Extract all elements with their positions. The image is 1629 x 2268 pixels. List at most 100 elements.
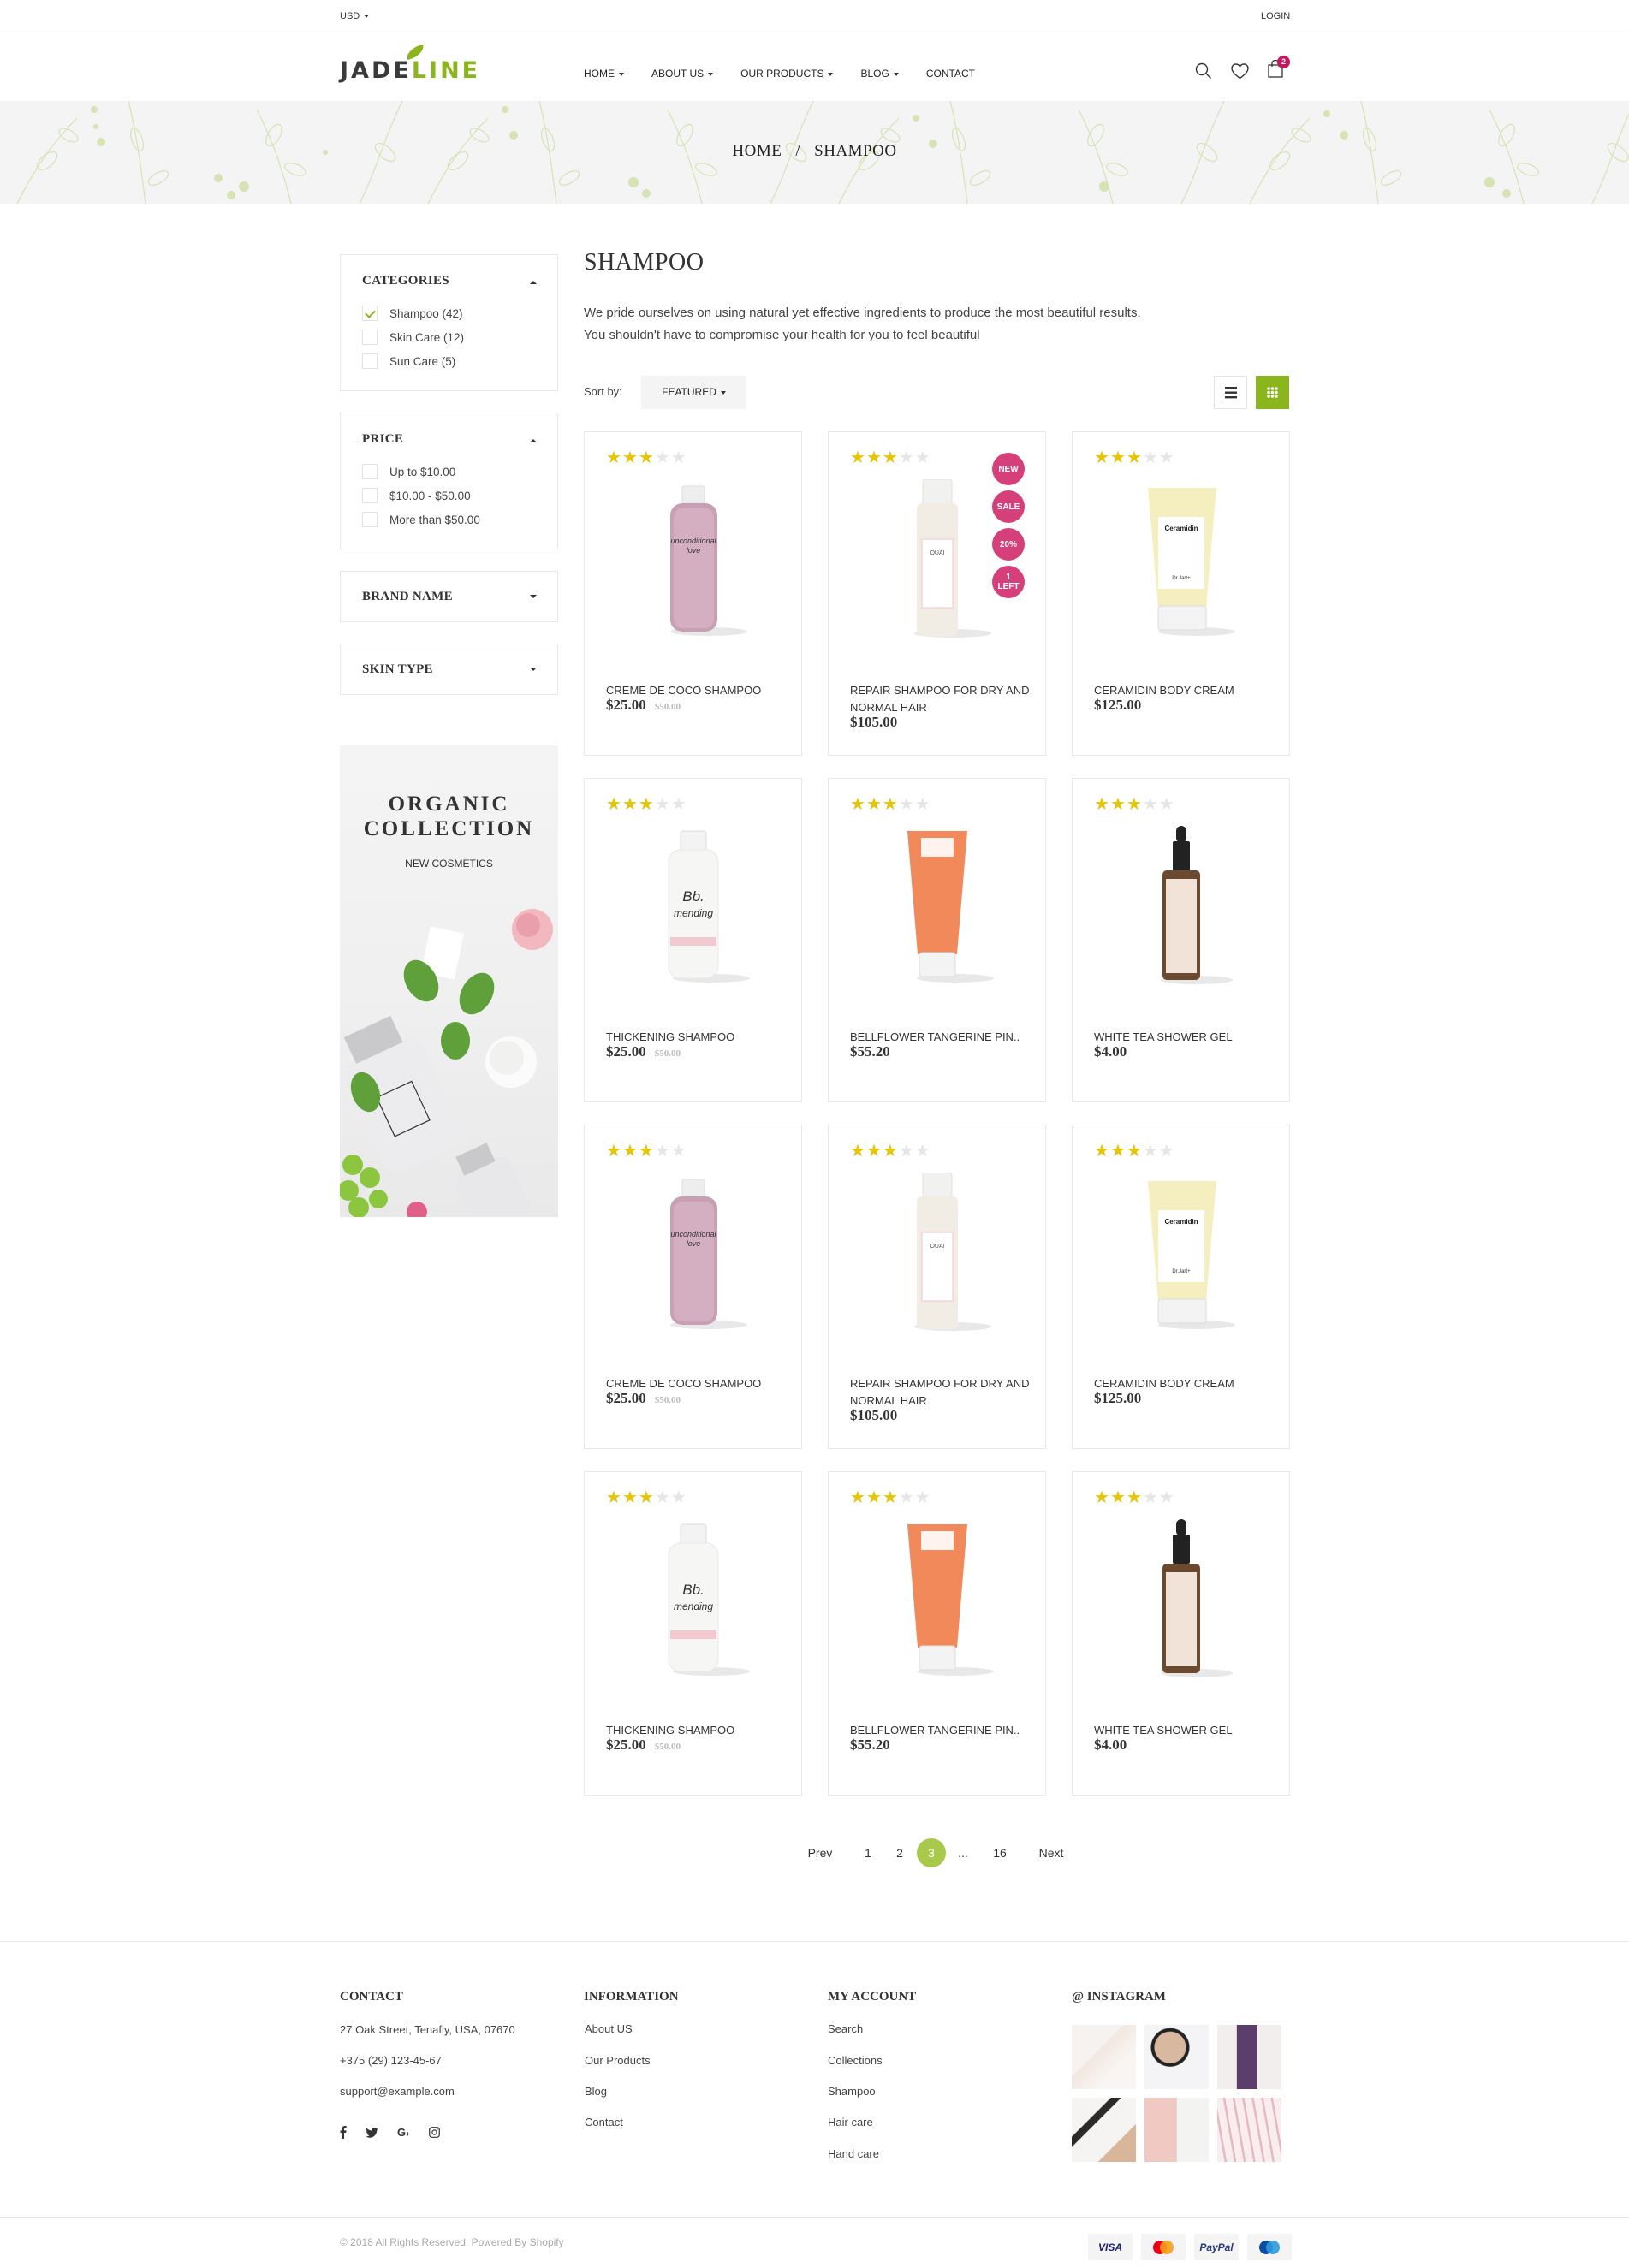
- list-icon: [1225, 387, 1237, 399]
- product-image-cream-bottle[interactable]: OUAI: [880, 1172, 996, 1335]
- footer-link[interactable]: Shampoo: [828, 2085, 876, 2098]
- product-card[interactable]: ★ ★ ★ ★ ★ BELLFLOWER TANGERINE PIN.. $55.20: [828, 778, 1046, 1102]
- promo-banner[interactable]: ORGANIC COLLECTION NEW COSMETICS: [340, 745, 558, 1217]
- footer-link[interactable]: Hand care: [828, 2147, 879, 2160]
- product-card[interactable]: ★ ★ ★ ★ ★ unconditional love CREME DE COCO SHAM…: [584, 431, 802, 756]
- product-image-white-bottle[interactable]: Bb. mending: [636, 1519, 752, 1682]
- star-empty-icon: ★: [654, 448, 670, 467]
- product-name[interactable]: REPAIR SHAMPOO FOR DRY AND NORMAL HAIR: [850, 1375, 1030, 1410]
- product-image-pink-bottle[interactable]: unconditional love: [636, 1173, 752, 1335]
- expand-toggle-icon[interactable]: [530, 668, 537, 671]
- instagram-photo[interactable]: [1144, 2025, 1209, 2089]
- footer-link[interactable]: Contact: [585, 2116, 623, 2128]
- product-image-yellow-tube[interactable]: Ceramidin Dr.Jart+: [1124, 1173, 1240, 1335]
- product-card[interactable]: ★ ★ ★ ★ ★ WHITE TEA SHOWER GEL $4.00: [1072, 778, 1290, 1102]
- filter-option[interactable]: Up to $10.00: [362, 464, 455, 479]
- instagram-photo[interactable]: [1217, 2098, 1281, 2162]
- checkbox[interactable]: [362, 512, 378, 527]
- product-image-orange-tube[interactable]: [880, 826, 996, 989]
- pagination-page[interactable]: 16: [989, 1838, 1011, 1867]
- logo[interactable]: JADELINE: [340, 57, 480, 84]
- nav-about-us[interactable]: ABOUT US: [651, 68, 714, 80]
- filter-skin-type[interactable]: SKIN TYPE: [340, 644, 558, 695]
- star-empty-icon: ★: [898, 795, 914, 814]
- star-filled-icon: ★: [1094, 1142, 1109, 1161]
- product-card[interactable]: ★ ★ ★ ★ ★ Ceramidin Dr.Jart+ CERAMIDIN BODY CRE…: [1072, 431, 1290, 756]
- checkbox[interactable]: [362, 330, 378, 345]
- cart-button[interactable]: 2: [1268, 56, 1290, 82]
- product-card[interactable]: ★ ★ ★ ★ ★ WHITE TEA SHOWER GEL $4.00: [1072, 1471, 1290, 1796]
- product-image-dropper-bottle[interactable]: [1124, 826, 1240, 989]
- product-image-orange-tube[interactable]: [880, 1519, 996, 1682]
- product-image-white-bottle[interactable]: Bb. mending: [636, 826, 752, 989]
- rating-stars: ★ ★ ★ ★ ★: [850, 796, 930, 813]
- product-label-badge: SALE: [992, 490, 1025, 523]
- collapse-toggle-icon[interactable]: [530, 439, 537, 442]
- twitter-icon[interactable]: [366, 2127, 378, 2138]
- product-card[interactable]: ★ ★ ★ ★ ★ BELLFLOWER TANGERINE PIN.. $55.20: [828, 1471, 1046, 1796]
- instagram-icon[interactable]: [428, 2127, 440, 2138]
- filter-option[interactable]: Shampoo (42): [362, 306, 463, 321]
- product-card[interactable]: ★ ★ ★ ★ ★ Bb. mending THICKENING SHAMPOO $25.00 $…: [584, 778, 802, 1102]
- footer-email[interactable]: support@example.com: [340, 2085, 455, 2098]
- top-bar: USD LOGIN: [0, 0, 1629, 33]
- product-image-dropper-bottle[interactable]: [1124, 1519, 1240, 1682]
- footer-link[interactable]: Collections: [828, 2054, 883, 2067]
- filter-option[interactable]: Skin Care (12): [362, 330, 464, 345]
- sort-select[interactable]: FEATURED: [641, 376, 746, 409]
- pagination-page[interactable]: 2: [891, 1838, 908, 1867]
- checkbox[interactable]: [362, 488, 378, 503]
- instagram-photo[interactable]: [1144, 2098, 1209, 2162]
- checkbox[interactable]: [362, 464, 378, 479]
- product-image-yellow-tube[interactable]: Ceramidin Dr.Jart+: [1124, 479, 1240, 642]
- pagination-page-current[interactable]: 3: [917, 1838, 946, 1867]
- nav-blog[interactable]: BLOG: [860, 68, 899, 80]
- product-card[interactable]: ★ ★ ★ ★ ★ OUAI NEW SALE 20% 1 LEFT REPAIR SHAMPOO F…: [828, 431, 1046, 756]
- pagination-next[interactable]: Next: [1036, 1838, 1067, 1867]
- filter-option[interactable]: $10.00 - $50.00: [362, 488, 471, 503]
- checkbox-checked[interactable]: [362, 306, 378, 321]
- product-card[interactable]: ★ ★ ★ ★ ★ Bb. mending THICKENING SHAMPOO $25.00 $…: [584, 1471, 802, 1796]
- svg-text:Ceramidin: Ceramidin: [1164, 1218, 1198, 1226]
- footer-link[interactable]: Blog: [585, 2085, 607, 2098]
- checkbox[interactable]: [362, 353, 378, 369]
- product-name[interactable]: REPAIR SHAMPOO FOR DRY AND NORMAL HAIR: [850, 682, 1030, 716]
- filter-option[interactable]: More than $50.00: [362, 512, 480, 527]
- facebook-icon[interactable]: [340, 2126, 347, 2139]
- pagination-page[interactable]: 1: [859, 1838, 877, 1867]
- expand-toggle-icon[interactable]: [530, 595, 537, 598]
- nav-contact[interactable]: CONTACT: [926, 68, 975, 80]
- product-price: $105.00: [850, 714, 897, 731]
- product-image-cream-bottle[interactable]: OUAI: [880, 478, 996, 642]
- footer-link[interactable]: Our Products: [585, 2054, 651, 2067]
- login-link[interactable]: LOGIN: [1261, 11, 1290, 21]
- product-card[interactable]: ★ ★ ★ ★ ★ unconditional love CREME DE COCO SHAM…: [584, 1125, 802, 1449]
- product-image-pink-bottle[interactable]: unconditional love: [636, 479, 752, 642]
- breadcrumb-home[interactable]: HOME: [732, 142, 782, 160]
- filter-option-label: Sun Care (5): [389, 354, 456, 368]
- instagram-photo[interactable]: [1217, 2025, 1281, 2089]
- star-empty-icon: ★: [670, 1142, 687, 1161]
- nav-home[interactable]: HOME: [584, 68, 624, 80]
- grid-view-button[interactable]: [1256, 376, 1289, 409]
- list-view-button[interactable]: [1214, 376, 1247, 409]
- pagination-prev[interactable]: Prev: [805, 1838, 835, 1867]
- filter-option[interactable]: Sun Care (5): [362, 353, 455, 369]
- instagram-photo[interactable]: [1072, 2098, 1136, 2162]
- instagram-photo[interactable]: [1072, 2025, 1136, 2089]
- nav-our-products[interactable]: OUR PRODUCTS: [740, 68, 834, 80]
- product-card[interactable]: ★ ★ ★ ★ ★ OUAI REPAIR SHAMPOO FOR DRY AND NORM…: [828, 1125, 1046, 1449]
- filter-brand-name[interactable]: BRAND NAME: [340, 571, 558, 622]
- star-empty-icon: ★: [670, 1488, 687, 1507]
- heart-icon[interactable]: [1231, 62, 1249, 80]
- google-plus-icon[interactable]: G+: [397, 2126, 410, 2139]
- search-icon[interactable]: [1195, 62, 1212, 80]
- collapse-toggle-icon[interactable]: [530, 281, 537, 284]
- star-filled-icon: ★: [850, 795, 865, 814]
- footer-link[interactable]: Hair care: [828, 2116, 873, 2128]
- rating-stars: ★ ★ ★ ★ ★: [606, 796, 687, 813]
- currency-selector[interactable]: USD: [340, 11, 370, 21]
- footer-link[interactable]: Search: [828, 2022, 863, 2035]
- product-card[interactable]: ★ ★ ★ ★ ★ Ceramidin Dr.Jart+ CERAMIDIN BODY CRE…: [1072, 1125, 1290, 1449]
- footer-link[interactable]: About US: [585, 2022, 633, 2035]
